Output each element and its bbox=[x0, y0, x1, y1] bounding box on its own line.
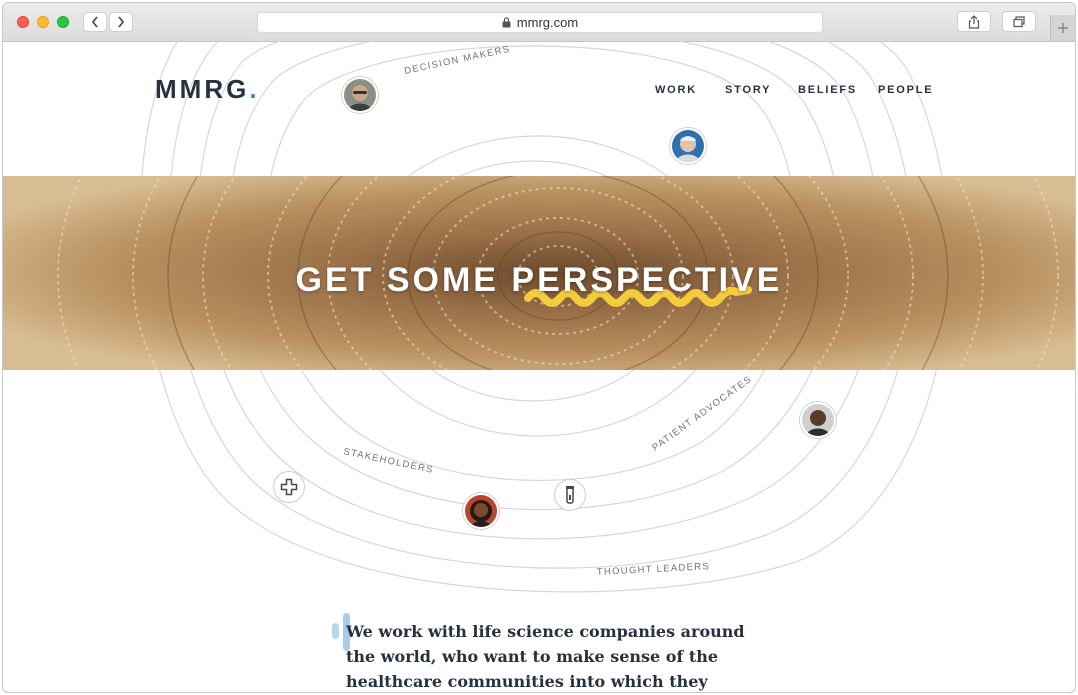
close-window-button[interactable] bbox=[17, 16, 29, 28]
back-button[interactable] bbox=[83, 12, 107, 32]
address-bar[interactable]: mmrg.com bbox=[257, 12, 823, 33]
hero-title: GET SOME PERSPECTIVE bbox=[295, 261, 783, 299]
medical-cross-icon bbox=[280, 478, 298, 496]
intro-line-3: healthcare communities into which they p… bbox=[346, 672, 708, 691]
show-tabs-button[interactable] bbox=[1002, 11, 1036, 32]
intro-line-1: We work with life science companies arou… bbox=[346, 622, 745, 641]
vial-badge bbox=[554, 479, 586, 511]
portrait-icon bbox=[802, 404, 834, 436]
avatar-man-glasses bbox=[342, 77, 378, 113]
forward-button[interactable] bbox=[109, 12, 133, 32]
hero-banner: GET SOME PERSPECTIVE bbox=[3, 176, 1075, 370]
chevron-left-icon bbox=[91, 16, 98, 28]
avatar-older-man bbox=[670, 128, 706, 164]
nav-people[interactable]: PEOPLE bbox=[878, 84, 933, 96]
share-button[interactable] bbox=[957, 11, 991, 32]
intro-paragraph: We work with life science companies arou… bbox=[346, 619, 746, 692]
browser-toolbar: mmrg.com bbox=[3, 3, 1075, 42]
nav-work[interactable]: WORK bbox=[655, 84, 697, 96]
tabs-icon bbox=[1013, 15, 1025, 27]
medical-cross-badge bbox=[273, 471, 305, 503]
browser-window: mmrg.com MMRG. WORK STORY BELIEFS PEOPLE… bbox=[2, 2, 1076, 693]
minimize-window-button[interactable] bbox=[37, 16, 49, 28]
intro-line-2: the world, who want to make sense of the bbox=[346, 647, 719, 666]
address-text: mmrg.com bbox=[516, 15, 579, 30]
chevron-right-icon bbox=[118, 16, 125, 28]
avatar-woman bbox=[463, 493, 499, 529]
logo-dot: . bbox=[249, 74, 260, 104]
nav-beliefs[interactable]: BELIEFS bbox=[798, 84, 857, 96]
portrait-icon bbox=[465, 495, 497, 527]
site-logo[interactable]: MMRG. bbox=[155, 74, 260, 105]
avatar-smiling-man bbox=[800, 402, 836, 438]
zoom-window-button[interactable] bbox=[57, 16, 69, 28]
nav-story[interactable]: STORY bbox=[725, 84, 771, 96]
portrait-icon bbox=[344, 79, 376, 111]
share-icon bbox=[968, 14, 980, 29]
lock-icon bbox=[502, 17, 511, 28]
new-tab-button[interactable] bbox=[1050, 15, 1075, 41]
logo-text: MMRG bbox=[155, 74, 250, 104]
portrait-icon bbox=[672, 130, 704, 162]
vial-icon bbox=[566, 486, 574, 504]
plus-icon bbox=[1058, 23, 1068, 33]
web-page: MMRG. WORK STORY BELIEFS PEOPLE DECISION… bbox=[3, 41, 1075, 692]
